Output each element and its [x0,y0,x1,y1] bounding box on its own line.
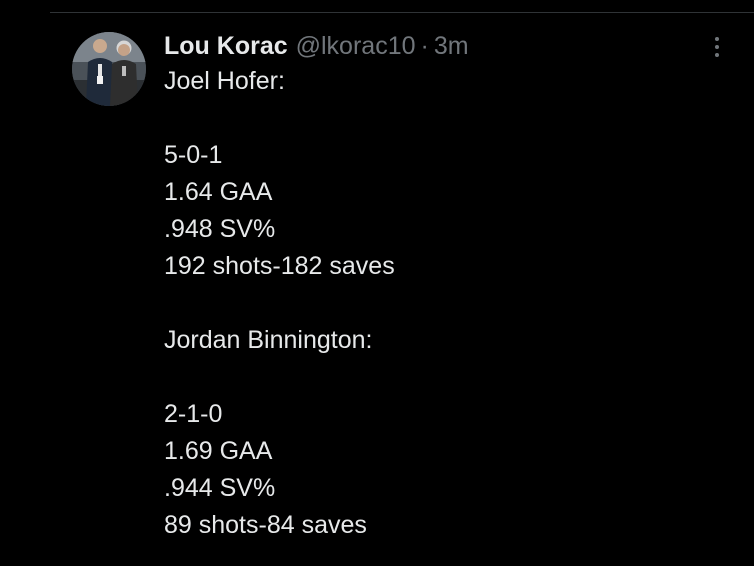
avatar[interactable] [72,32,146,106]
tweet-line: 2-1-0 [164,400,223,428]
author-handle[interactable]: @lkorac10 [296,30,416,62]
tweet-line [164,100,724,137]
top-divider [50,12,754,13]
more-options-icon-dot [715,45,719,49]
tweet-line: .948 SV% [164,215,276,243]
tweet-line: 89 shots-84 saves [164,511,367,539]
tweet-line: Joel Hofer: [164,67,285,95]
tweet-line [164,285,724,322]
more-options-icon-dot [715,53,719,57]
tweet-line: 1.64 GAA [164,178,273,206]
more-options-button[interactable] [704,34,730,60]
tweet-line: 1.69 GAA [164,437,273,465]
tweet-text: Joel Hofer: 5-0-1 1.64 GAA .948 SV% 192 … [164,63,724,544]
tweet-timestamp[interactable]: 3m [434,30,469,62]
tweet-line: 5-0-1 [164,141,223,169]
more-options-icon [715,37,719,41]
header-separator: · [420,32,429,60]
tweet-line: Jordan Binnington: [164,326,373,354]
author-display-name[interactable]: Lou Korac [164,30,288,62]
avatar-photo-icon [72,32,146,106]
tweet-header: Lou Korac @lkorac10 · 3m [164,30,469,62]
tweet-line: 192 shots-182 saves [164,252,395,280]
tweet-line: .944 SV% [164,474,276,502]
tweet-line [164,359,724,396]
